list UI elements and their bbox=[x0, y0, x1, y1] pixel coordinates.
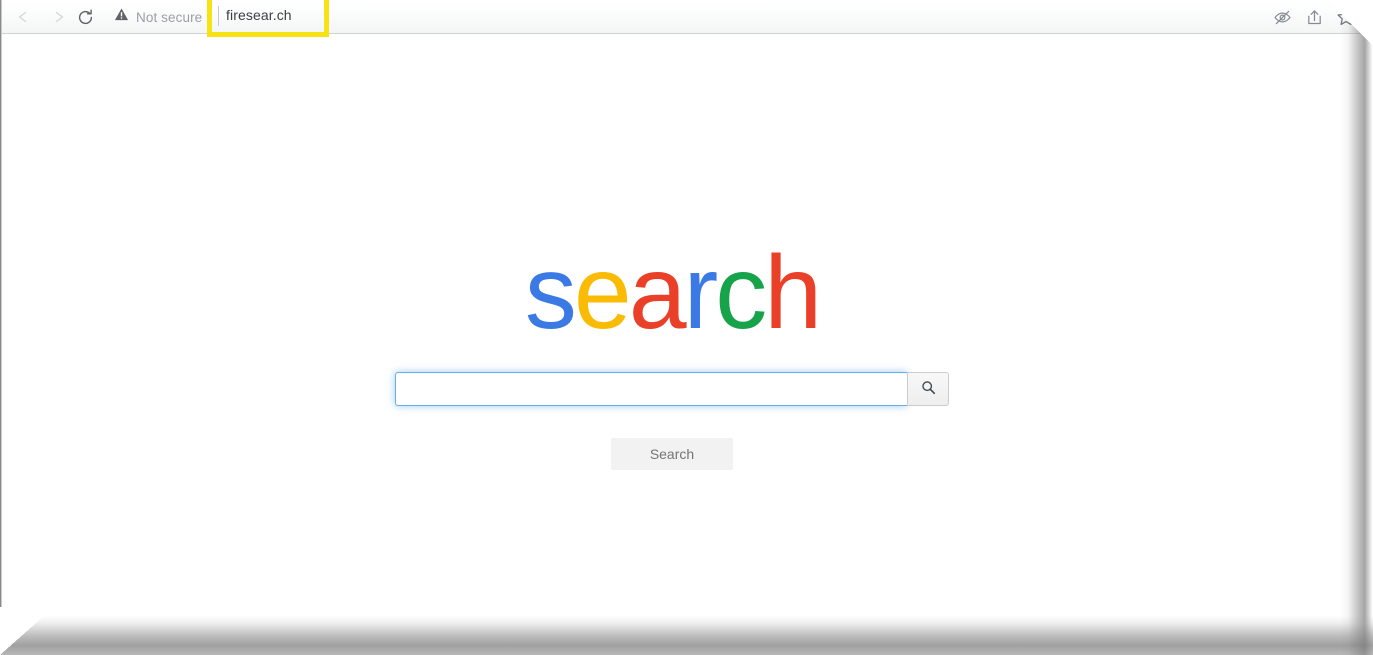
security-status[interactable]: Not secure bbox=[114, 7, 202, 27]
reload-button[interactable] bbox=[72, 4, 98, 30]
omnibox-divider bbox=[218, 6, 219, 26]
page-content: search Search bbox=[2, 35, 1371, 655]
arrow-left-icon bbox=[14, 8, 32, 26]
browser-toolbar: Not secure firesear.ch bbox=[2, 0, 1373, 37]
browser-window: Not secure firesear.ch search Search bbox=[0, 0, 1373, 655]
security-label: Not secure bbox=[136, 9, 203, 25]
search-button-row: Search bbox=[2, 438, 1342, 470]
forward-button[interactable] bbox=[46, 4, 72, 30]
search-input[interactable] bbox=[395, 372, 907, 406]
magnifier-icon bbox=[921, 380, 936, 398]
logo-letter-r: r bbox=[683, 235, 719, 351]
share-icon[interactable] bbox=[1302, 5, 1326, 29]
address-bar-url[interactable]: firesear.ch bbox=[226, 7, 292, 23]
warning-triangle-icon bbox=[114, 7, 129, 27]
arrow-right-icon bbox=[50, 8, 68, 26]
logo-letter-h: h bbox=[764, 235, 822, 351]
logo-letter-c: c bbox=[715, 235, 767, 351]
logo-letter-e: e bbox=[573, 235, 632, 351]
logo-letter-a: a bbox=[628, 235, 687, 351]
search-row bbox=[2, 372, 1342, 406]
search-submit-button[interactable]: Search bbox=[611, 438, 733, 470]
search-icon-button[interactable] bbox=[907, 372, 949, 406]
window-left-edge bbox=[0, 0, 2, 630]
back-button[interactable] bbox=[10, 4, 36, 30]
eye-slash-icon[interactable] bbox=[1270, 5, 1294, 29]
search-logo: search bbox=[2, 241, 1342, 345]
logo-letter-s: s bbox=[524, 235, 577, 351]
reload-icon bbox=[76, 8, 95, 27]
star-icon[interactable] bbox=[1334, 5, 1358, 29]
